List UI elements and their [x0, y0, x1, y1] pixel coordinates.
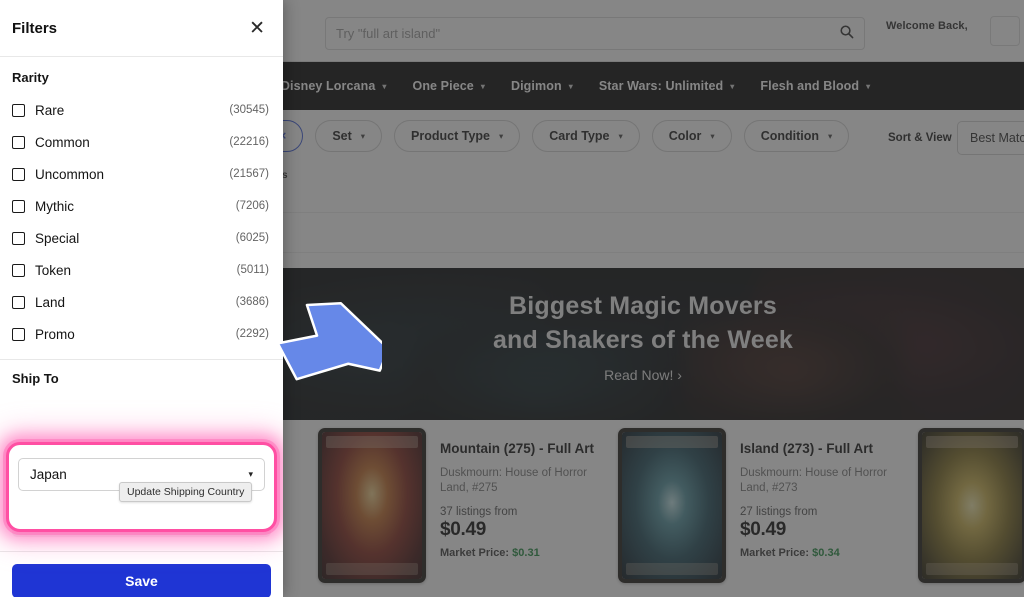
- filter-option-count: (7206): [235, 200, 269, 212]
- drawer-title: Filters: [12, 19, 58, 37]
- filter-option-label: Special: [35, 230, 80, 246]
- filters-drawer: Filters ✕ Rarity Rare (30545) Common (22…: [0, 0, 283, 597]
- checkbox-icon[interactable]: [12, 263, 25, 277]
- tooltip: Update Shipping Country: [119, 482, 253, 502]
- rarity-section-title: Rarity: [12, 70, 49, 85]
- filter-option-uncommon[interactable]: Uncommon (21567): [0, 158, 283, 190]
- save-button[interactable]: Save: [12, 564, 271, 597]
- ship-to-section: Ship To: [0, 360, 283, 386]
- checkbox-icon[interactable]: [12, 103, 25, 117]
- filter-option-special[interactable]: Special (6025): [0, 222, 283, 254]
- drawer-body: Rarity Rare (30545) Common (22216) Uncom…: [0, 57, 283, 597]
- filter-option-count: (3686): [235, 296, 269, 308]
- ship-to-title: Ship To: [12, 371, 59, 386]
- filter-option-label: Rare: [35, 102, 65, 118]
- filter-option-mythic[interactable]: Mythic (7206): [0, 190, 283, 222]
- filter-option-label: Common: [35, 134, 90, 150]
- checkbox-icon[interactable]: [12, 295, 25, 309]
- annotation-arrow-icon: [276, 301, 382, 381]
- close-icon[interactable]: ✕: [249, 19, 265, 38]
- checkbox-icon[interactable]: [12, 135, 25, 149]
- filter-option-count: (21567): [229, 168, 269, 180]
- screenshot-root: ng ▾ Try "full art island" Welcome Back,…: [0, 0, 1024, 597]
- checkbox-icon[interactable]: [12, 231, 25, 245]
- checkbox-icon[interactable]: [12, 167, 25, 181]
- filter-option-label: Land: [35, 294, 66, 310]
- filter-option-count: (30545): [229, 104, 269, 116]
- filter-option-count: (5011): [236, 264, 269, 276]
- drawer-footer: Save Clear All: [0, 552, 283, 597]
- filter-option-count: (22216): [229, 136, 269, 148]
- checkbox-icon[interactable]: [12, 327, 25, 341]
- filter-option-label: Uncommon: [35, 166, 105, 182]
- filter-option-common[interactable]: Common (22216): [0, 126, 283, 158]
- filter-option-promo[interactable]: Promo (2292): [0, 318, 283, 350]
- filter-option-label: Promo: [35, 326, 75, 342]
- filter-option-token[interactable]: Token (5011): [0, 254, 283, 286]
- filter-option-label: Mythic: [35, 198, 75, 214]
- filter-option-label: Token: [35, 262, 72, 278]
- filter-option-count: (6025): [235, 232, 269, 244]
- filter-option-rare[interactable]: Rare (30545): [0, 94, 283, 126]
- chevron-down-icon: ▾: [248, 469, 253, 479]
- ship-to-country-value: Japan: [30, 467, 67, 482]
- filter-option-count: (2292): [235, 328, 269, 340]
- filter-option-land[interactable]: Land (3686): [0, 286, 283, 318]
- checkbox-icon[interactable]: [12, 199, 25, 213]
- drawer-header: Filters ✕: [0, 0, 283, 57]
